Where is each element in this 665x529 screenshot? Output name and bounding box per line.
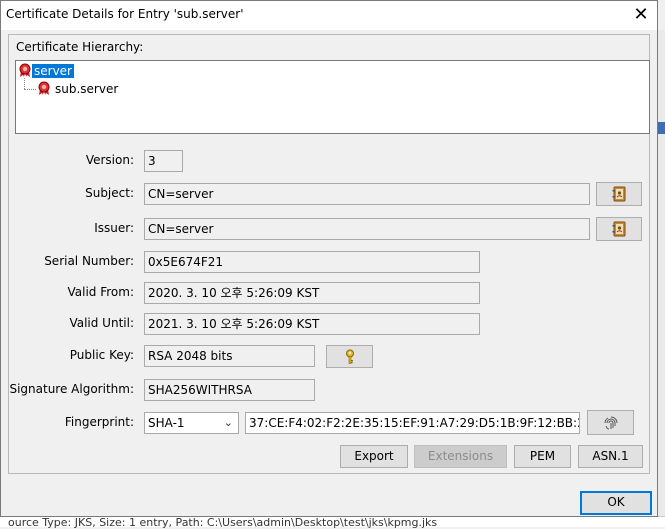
signature-algorithm-field[interactable]: SHA256WITHRSA bbox=[144, 379, 315, 401]
valid-until-field[interactable]: 2021. 3. 10 오후 5:26:09 KST bbox=[144, 313, 480, 335]
tree-item-label: server bbox=[32, 64, 74, 78]
background-highlight bbox=[657, 122, 665, 134]
issuer-details-button[interactable] bbox=[596, 217, 642, 241]
fingerprint-algorithm-value: SHA-1 bbox=[148, 416, 185, 430]
close-icon[interactable]: ✕ bbox=[629, 3, 653, 27]
pem-button[interactable]: PEM bbox=[514, 445, 571, 468]
hierarchy-label: Certificate Hierarchy: bbox=[16, 40, 144, 54]
valid-from-label: Valid From: bbox=[67, 285, 134, 299]
fingerprint-algorithm-select[interactable]: SHA-1 ⌄ bbox=[144, 412, 239, 434]
public-key-field[interactable]: RSA 2048 bits bbox=[144, 345, 315, 367]
subject-label: Subject: bbox=[85, 186, 134, 200]
tree-item-sub-server[interactable]: sub.server bbox=[37, 81, 118, 98]
fingerprint-field[interactable]: 37:CE:F4:02:F2:2E:35:15:EF:91:A7:29:D5:1… bbox=[245, 412, 580, 434]
background-window-edge-right bbox=[657, 30, 665, 527]
certificate-ribbon-icon bbox=[19, 63, 31, 77]
address-book-icon bbox=[612, 186, 626, 202]
serial-number-field[interactable]: 0x5E674F21 bbox=[144, 251, 480, 273]
public-key-label: Public Key: bbox=[69, 348, 134, 362]
chevron-down-icon: ⌄ bbox=[223, 416, 233, 429]
valid-until-label: Valid Until: bbox=[69, 316, 134, 330]
certificate-hierarchy-tree[interactable]: server sub.server bbox=[15, 60, 650, 134]
tree-connector bbox=[24, 78, 25, 89]
dialog-title: Certificate Details for Entry 'sub.serve… bbox=[6, 7, 244, 21]
version-field[interactable]: 3 bbox=[144, 150, 183, 172]
issuer-label: Issuer: bbox=[94, 221, 134, 235]
serial-number-label: Serial Number: bbox=[44, 254, 134, 268]
issuer-field[interactable]: CN=server bbox=[144, 218, 590, 240]
address-book-icon bbox=[612, 221, 626, 237]
public-key-details-button[interactable] bbox=[326, 345, 373, 368]
subject-details-button[interactable] bbox=[596, 182, 642, 206]
extensions-button[interactable]: Extensions bbox=[414, 445, 507, 468]
certificate-ribbon-icon bbox=[38, 81, 50, 95]
fingerprint-button[interactable] bbox=[587, 410, 634, 435]
background-status-bar: ource Type: JKS, Size: 1 entry, Path: C:… bbox=[0, 516, 665, 529]
signature-algorithm-label: Signature Algorithm: bbox=[9, 382, 134, 396]
fingerprint-label: Fingerprint: bbox=[64, 415, 134, 429]
tree-connector bbox=[24, 89, 36, 90]
tree-item-server[interactable]: server bbox=[18, 63, 74, 80]
export-button[interactable]: Export bbox=[340, 445, 408, 468]
fingerprint-icon bbox=[604, 416, 617, 429]
valid-from-field[interactable]: 2020. 3. 10 오후 5:26:09 KST bbox=[144, 282, 480, 304]
asn1-button[interactable]: ASN.1 bbox=[578, 445, 643, 468]
ok-button[interactable]: OK bbox=[580, 491, 652, 515]
background-status-text: ource Type: JKS, Size: 1 entry, Path: C:… bbox=[8, 516, 438, 529]
tree-item-label: sub.server bbox=[55, 82, 119, 96]
version-label: Version: bbox=[85, 153, 134, 167]
key-icon bbox=[345, 349, 354, 364]
subject-field[interactable]: CN=server bbox=[144, 183, 590, 205]
